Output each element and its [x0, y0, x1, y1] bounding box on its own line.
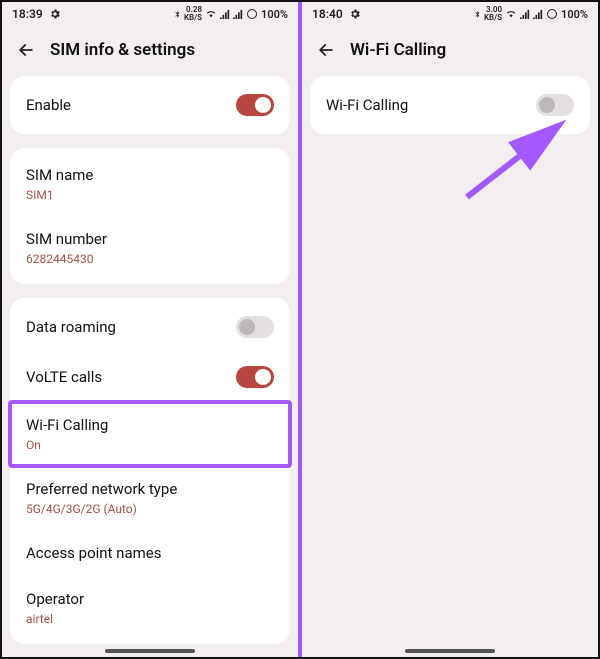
page-header: SIM info & settings	[2, 26, 298, 76]
row-data-roaming[interactable]: Data roaming	[10, 302, 290, 352]
card-wifi-calling: Wi-Fi Calling	[310, 76, 590, 134]
back-icon[interactable]	[316, 40, 336, 60]
row-wifi-calling[interactable]: Wi-Fi Calling On	[10, 402, 290, 466]
battery-icon	[246, 8, 258, 20]
gesture-bar	[105, 649, 195, 653]
card-enable: Enable	[10, 76, 290, 134]
gesture-bar	[405, 649, 495, 653]
row-label: Access point names	[26, 544, 274, 562]
row-label: Enable	[26, 96, 71, 114]
net-speed: 0.28KB/S	[184, 6, 202, 22]
signal-icon	[220, 9, 230, 19]
row-label: Data roaming	[26, 318, 116, 336]
battery-icon	[546, 8, 558, 20]
page-title: SIM info & settings	[50, 40, 195, 60]
net-speed: 3.00KB/S	[484, 6, 502, 22]
bluetooth-icon	[473, 8, 481, 20]
status-bar: 18:39 0.28KB/S 100%	[2, 2, 298, 26]
phone-right: 18:40 3.00KB/S 100% Wi-Fi Calling	[302, 2, 598, 657]
phone-left: 18:39 0.28KB/S 100% SIM info & settings	[2, 2, 298, 657]
row-label: SIM name	[26, 166, 274, 184]
row-label: Wi-Fi Calling	[26, 416, 274, 434]
screenshot-pair: 18:39 0.28KB/S 100% SIM info & settings	[0, 0, 600, 659]
wifi-icon	[205, 9, 217, 19]
row-label: Preferred network type	[26, 480, 274, 498]
settings-content: Wi-Fi Calling	[302, 76, 598, 657]
status-time: 18:40	[312, 7, 343, 21]
card-sim-info: SIM name SIM1 SIM number 6282445430	[10, 148, 290, 284]
row-label: Operator	[26, 590, 274, 608]
card-network: Data roaming VoLTE calls Wi-Fi Calling O…	[10, 298, 290, 644]
row-operator[interactable]: Operator airtel	[10, 576, 290, 640]
row-preferred-network[interactable]: Preferred network type 5G/4G/3G/2G (Auto…	[10, 466, 290, 530]
row-value: SIM1	[26, 188, 274, 202]
row-wifi-calling-toggle[interactable]: Wi-Fi Calling	[310, 80, 590, 130]
signal-icon	[520, 9, 530, 19]
page-title: Wi-Fi Calling	[350, 40, 446, 60]
settings-content: Enable SIM name SIM1 SIM number 62824454…	[2, 76, 298, 657]
signal-icon-2	[233, 9, 243, 19]
row-sim-name[interactable]: SIM name SIM1	[10, 152, 290, 216]
page-header: Wi-Fi Calling	[302, 26, 598, 76]
wifi-icon	[505, 9, 517, 19]
toggle-data-roaming[interactable]	[236, 316, 274, 338]
status-time: 18:39	[12, 7, 43, 21]
row-apn[interactable]: Access point names	[10, 530, 290, 576]
row-label: SIM number	[26, 230, 274, 248]
toggle-enable[interactable]	[236, 94, 274, 116]
row-value: 6282445430	[26, 252, 274, 266]
row-label: Wi-Fi Calling	[326, 96, 408, 114]
row-value: airtel	[26, 612, 274, 626]
gear-icon	[349, 8, 361, 20]
back-icon[interactable]	[16, 40, 36, 60]
row-value: 5G/4G/3G/2G (Auto)	[26, 502, 274, 516]
row-sim-number[interactable]: SIM number 6282445430	[10, 216, 290, 280]
row-enable[interactable]: Enable	[10, 80, 290, 130]
row-volte[interactable]: VoLTE calls	[10, 352, 290, 402]
row-value: On	[26, 438, 274, 452]
toggle-wifi-calling[interactable]	[536, 94, 574, 116]
signal-icon-2	[533, 9, 543, 19]
gear-icon	[49, 8, 61, 20]
battery-pct: 100%	[561, 8, 588, 21]
status-bar: 18:40 3.00KB/S 100%	[302, 2, 598, 26]
row-label: VoLTE calls	[26, 368, 102, 386]
toggle-volte[interactable]	[236, 366, 274, 388]
battery-pct: 100%	[261, 8, 288, 21]
bluetooth-icon	[173, 8, 181, 20]
